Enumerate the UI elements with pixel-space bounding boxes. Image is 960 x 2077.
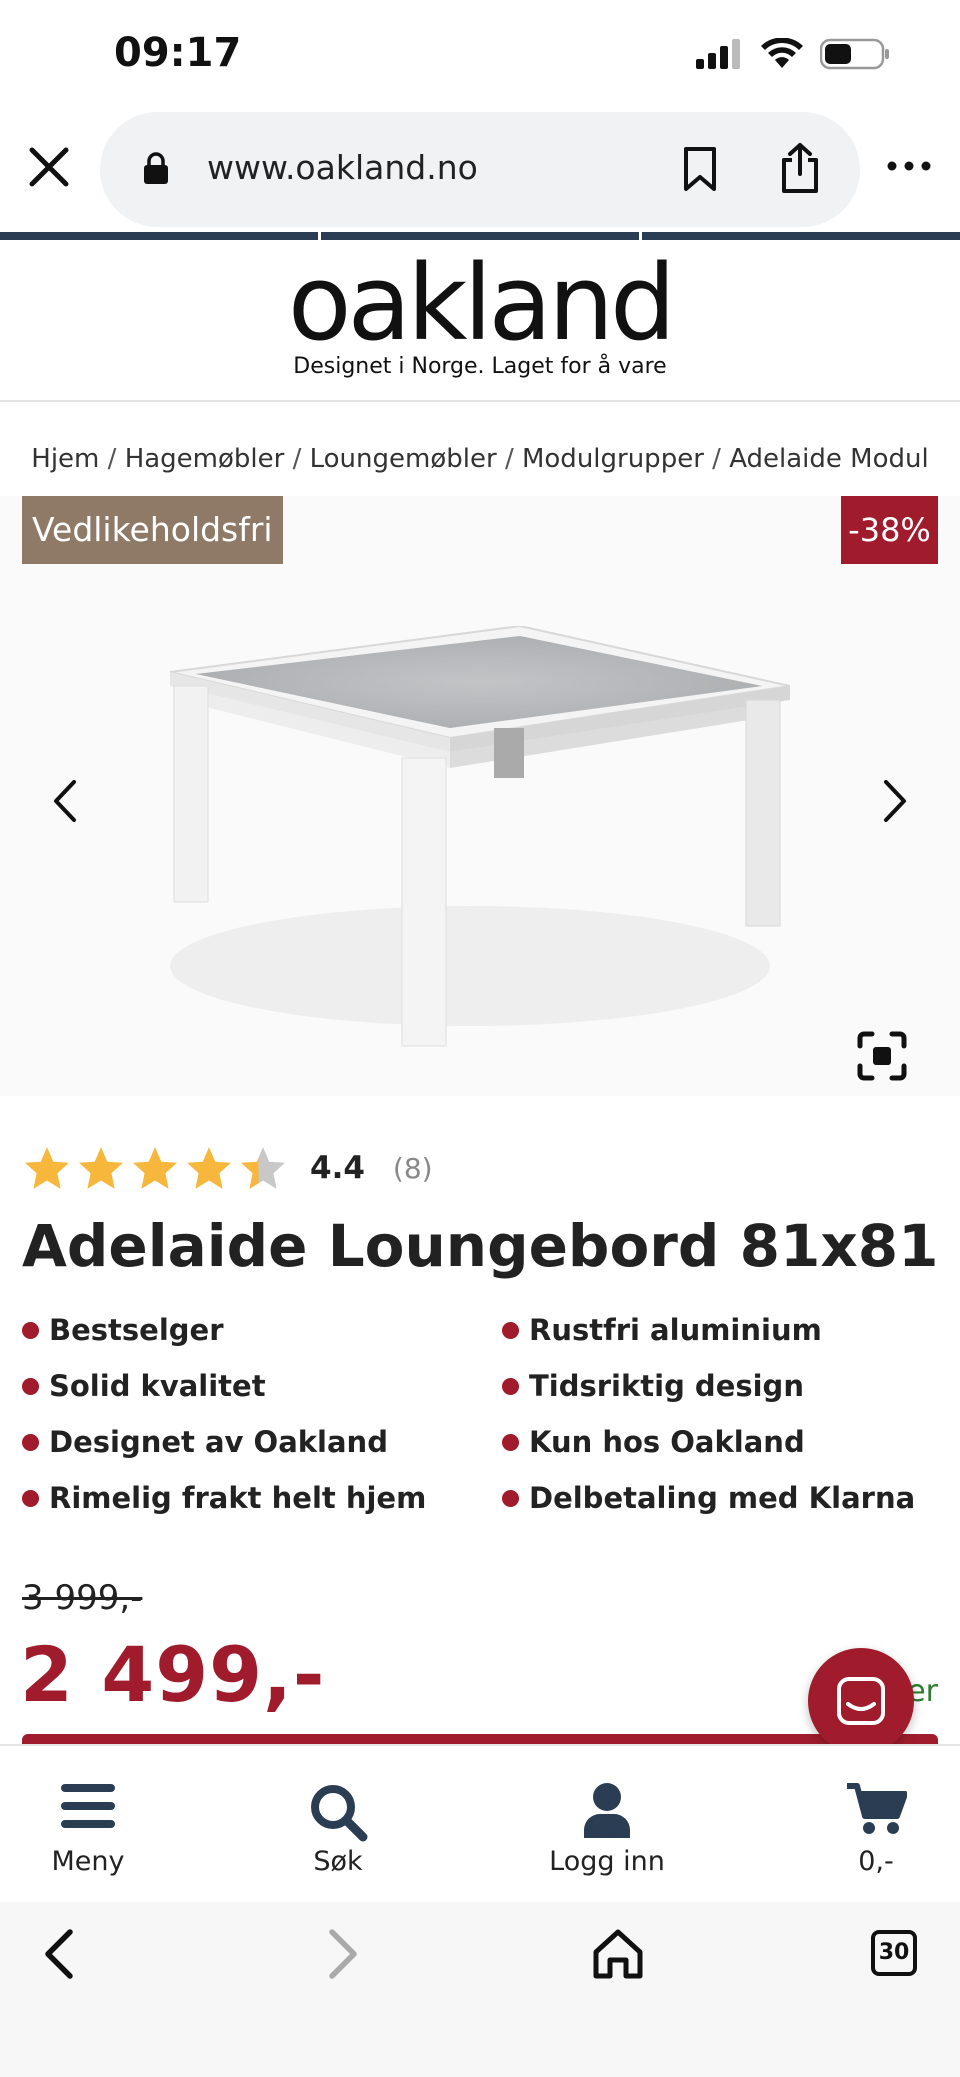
star-icon xyxy=(187,1147,231,1189)
bottom-nav: Meny Søk Logg inn 0,- xyxy=(0,1744,960,1902)
usp-item: Bestselger xyxy=(22,1312,502,1348)
breadcrumb-separator: / xyxy=(107,444,125,474)
gallery-prev-arrow-icon[interactable] xyxy=(46,776,86,826)
usp-text: Tidsriktig design xyxy=(529,1369,804,1403)
signal-icon xyxy=(696,39,740,69)
back-icon[interactable] xyxy=(32,1924,92,1984)
top-stripe xyxy=(0,232,960,240)
more-options-icon[interactable] xyxy=(886,156,932,176)
usp-text: Kun hos Oakland xyxy=(529,1425,805,1459)
usp-item: Designet av Oakland xyxy=(22,1424,502,1460)
product-gallery[interactable]: Vedlikeholdsfri -38% xyxy=(0,496,960,1096)
bullet-dot-icon xyxy=(502,1489,519,1507)
bullet-dot-icon xyxy=(502,1321,519,1339)
wifi-icon xyxy=(761,38,803,68)
breadcrumb-link-adelaide[interactable]: Adelaide Modul xyxy=(729,444,929,474)
breadcrumb: Hjem / Hagemøbler / Loungemøbler / Modul… xyxy=(0,444,960,474)
product-image-table xyxy=(169,626,790,1047)
usp-text: Rustfri aluminium xyxy=(529,1313,822,1347)
feature-badge: Vedlikeholdsfri xyxy=(22,496,283,564)
bookmark-icon[interactable] xyxy=(680,146,720,192)
gallery-next-arrow-icon[interactable] xyxy=(874,776,914,826)
lock-icon xyxy=(144,152,168,184)
usp-item: Kun hos Oakland xyxy=(502,1424,938,1460)
star-icon xyxy=(79,1147,123,1189)
bullet-dot-icon xyxy=(22,1321,39,1339)
url-text: www.oakland.no xyxy=(207,148,478,187)
chat-icon xyxy=(837,1677,885,1725)
nav-cart-label: 0,- xyxy=(858,1846,894,1877)
browser-bar: www.oakland.no xyxy=(0,108,960,233)
discount-badge: -38% xyxy=(841,496,938,564)
share-icon[interactable] xyxy=(778,142,822,194)
status-icons xyxy=(696,38,890,70)
product-rating[interactable]: 4.4 (8) xyxy=(22,1140,433,1196)
rating-value: 4.4 xyxy=(310,1150,365,1186)
usp-item: Tidsriktig design xyxy=(502,1368,938,1404)
usp-text: Bestselger xyxy=(49,1313,224,1347)
forward-icon[interactable] xyxy=(310,1924,370,1984)
bullet-dot-icon xyxy=(502,1433,519,1451)
tab-count-button[interactable]: 30 xyxy=(871,1930,917,1976)
nav-search-label: Søk xyxy=(313,1846,363,1877)
rating-count[interactable]: (8) xyxy=(393,1152,433,1185)
status-bar: 09:17 xyxy=(0,0,960,110)
nav-search[interactable]: Søk xyxy=(238,1746,438,1904)
bullet-dot-icon xyxy=(502,1377,519,1395)
site-header: oakland Designet i Norge. Laget for å va… xyxy=(0,240,960,402)
breadcrumb-separator: / xyxy=(712,444,730,474)
zoom-icon[interactable] xyxy=(856,1030,908,1082)
usp-text: Designet av Oakland xyxy=(49,1425,388,1459)
usp-list: Bestselger Rustfri aluminium Solid kvalite… xyxy=(22,1312,938,1516)
usp-text: Rimelig frakt helt hjem xyxy=(49,1481,427,1515)
bullet-dot-icon xyxy=(22,1489,39,1507)
bullet-dot-icon xyxy=(22,1377,39,1395)
product-title: Adelaide Loungebord 81x81c... xyxy=(22,1212,938,1280)
star-icon xyxy=(133,1147,177,1189)
old-price: 3 999,- xyxy=(22,1578,143,1618)
breadcrumb-separator: / xyxy=(504,444,522,474)
user-icon xyxy=(584,1783,630,1838)
site-tagline: Designet i Norge. Laget for å vare xyxy=(293,354,667,379)
search-icon xyxy=(311,1785,368,1842)
nav-cart[interactable]: 0,- xyxy=(776,1746,960,1904)
rating-stars xyxy=(22,1145,288,1191)
breadcrumb-link-home[interactable]: Hjem xyxy=(31,444,99,474)
usp-item: Rimelig frakt helt hjem xyxy=(22,1480,502,1516)
url-bar[interactable]: www.oakland.no xyxy=(100,112,860,227)
usp-item: Rustfri aluminium xyxy=(502,1312,938,1348)
home-icon[interactable] xyxy=(588,1924,648,1984)
close-tab-button[interactable] xyxy=(26,144,72,190)
usp-text: Solid kvalitet xyxy=(49,1369,266,1403)
breadcrumb-link-hagemobler[interactable]: Hagemøbler xyxy=(125,444,285,474)
site-logo[interactable]: oakland xyxy=(0,246,960,361)
browser-toolbar: 30 xyxy=(0,1902,960,2077)
star-icon xyxy=(25,1147,69,1189)
usp-item: Solid kvalitet xyxy=(22,1368,502,1404)
chat-button[interactable] xyxy=(808,1648,914,1754)
nav-menu-label: Meny xyxy=(51,1846,125,1877)
nav-login-label: Logg inn xyxy=(549,1846,665,1877)
status-time: 09:17 xyxy=(114,30,242,76)
star-icon xyxy=(241,1147,285,1189)
breadcrumb-link-modulgrupper[interactable]: Modulgrupper xyxy=(522,444,704,474)
bullet-dot-icon xyxy=(22,1433,39,1451)
battery-icon xyxy=(820,38,889,70)
cart-icon xyxy=(847,1783,907,1834)
usp-text: Delbetaling med Klarna xyxy=(529,1481,916,1515)
breadcrumb-separator: / xyxy=(292,444,310,474)
usp-item: Delbetaling med Klarna xyxy=(502,1480,938,1516)
current-price: 2 499,- xyxy=(20,1630,326,1719)
menu-icon xyxy=(61,1784,115,1828)
nav-menu[interactable]: Meny xyxy=(0,1746,188,1904)
breadcrumb-link-loungemobler[interactable]: Loungemøbler xyxy=(310,444,497,474)
nav-login[interactable]: Logg inn xyxy=(507,1746,707,1904)
